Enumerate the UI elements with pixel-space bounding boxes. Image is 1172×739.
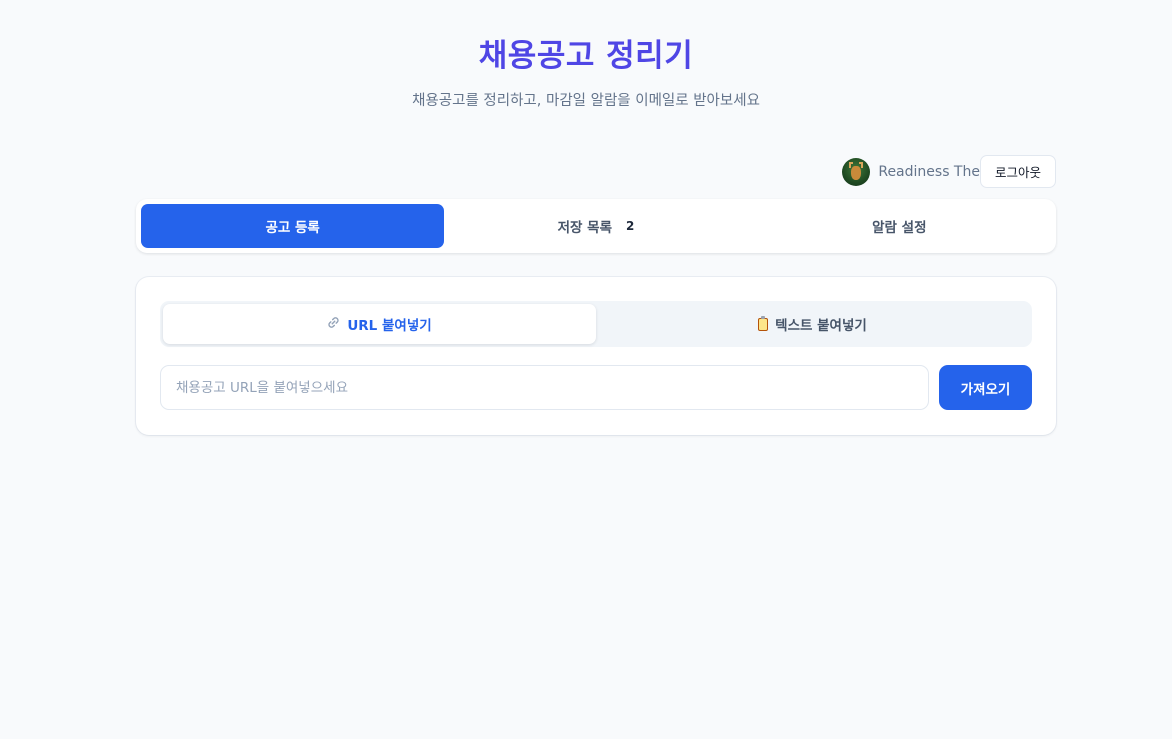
tab-register[interactable]: 공고 등록 (141, 204, 445, 248)
tab-register-label: 공고 등록 (265, 220, 320, 236)
url-paste-label: URL 붙여넣기 (347, 318, 432, 334)
fetch-button[interactable]: 가져오기 (939, 365, 1032, 410)
tab-alarm-settings[interactable]: 알람 설정 (748, 204, 1051, 248)
app-page: 채용공고 정리기 채용공고를 정리하고, 마감일 알람을 이메일로 받아보세요 … (0, 0, 1172, 739)
page-title: 채용공고 정리기 (478, 38, 694, 74)
user-name: Readiness The (878, 163, 980, 180)
saved-count-badge: 2 (626, 219, 635, 233)
tab-alarm-settings-label: 알람 설정 (872, 220, 927, 236)
url-paste-option[interactable]: URL 붙여넣기 (163, 304, 596, 344)
tab-saved-list-label: 저장 목록 (557, 220, 612, 236)
user-bar: Readiness The 로그아웃 (842, 155, 1056, 188)
deer-antler-right (859, 161, 864, 168)
page-header: 채용공고 정리기 채용공고를 정리하고, 마감일 알람을 이메일로 받아보세요 (0, 34, 1172, 111)
logout-button[interactable]: 로그아웃 (979, 155, 1056, 188)
deer-icon (851, 165, 862, 180)
register-card: URL 붙여넣기 텍스트 붙여넣기 가져오기 (136, 277, 1056, 435)
url-input[interactable] (160, 365, 929, 410)
main-tabs: 공고 등록 저장 목록 2 알람 설정 (136, 199, 1056, 253)
tab-saved-list[interactable]: 저장 목록 2 (444, 204, 747, 248)
text-paste-option[interactable]: 텍스트 붙여넣기 (596, 304, 1029, 344)
avatar (842, 157, 871, 186)
input-mode-toggle: URL 붙여넣기 텍스트 붙여넣기 (160, 301, 1032, 347)
page-subtitle: 채용공고를 정리하고, 마감일 알람을 이메일로 받아보세요 (412, 93, 760, 109)
text-paste-label: 텍스트 붙여넣기 (775, 318, 867, 334)
link-icon (327, 316, 340, 332)
clipboard-icon (758, 315, 769, 331)
